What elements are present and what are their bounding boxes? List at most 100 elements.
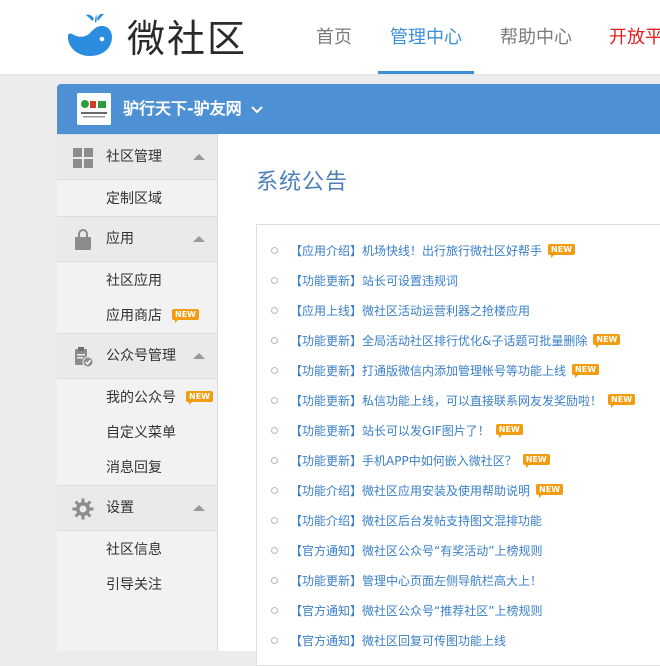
sidebar-section-official-account[interactable]: 公众号管理 (57, 333, 217, 379)
collapse-caret-icon (193, 505, 205, 511)
collapse-caret-icon (193, 236, 205, 242)
announcement-item[interactable]: 【功能介绍】微社区应用安装及使用帮助说明 NEW (271, 481, 564, 501)
nav-home-label: 首页 (316, 27, 352, 48)
bullet-icon (271, 517, 278, 524)
sidebar-section-settings[interactable]: 设置 (57, 485, 217, 531)
announcement-title: 全局活动社区排行优化&子话题可批量删除 (362, 334, 588, 348)
announcement-title: 微社区公众号“有奖活动”上榜规则 (362, 544, 543, 558)
bag-icon (75, 229, 91, 250)
announcement-tag: 【官方通知】 (290, 634, 363, 648)
announcement-item[interactable]: 【功能更新】管理中心页面左侧导航栏高大上！ (271, 571, 542, 591)
nav-open-platform-label: 开放平 (609, 27, 660, 48)
brand-logo[interactable]: 微社区 (65, 10, 248, 61)
collapse-caret-icon (193, 154, 205, 160)
nav-open-platform[interactable]: 开放平 (609, 0, 660, 74)
bullet-icon (271, 367, 278, 374)
announcement-tag: 【功能更新】 (290, 364, 363, 378)
sidebar-item-label: 引导关注 (106, 577, 162, 593)
sidebar-item-follow-guide[interactable]: 引导关注 (106, 575, 162, 595)
community-name: 驴行天下-驴友网 (123, 99, 242, 118)
bullet-icon (271, 487, 278, 494)
whale-logo-icon (67, 13, 112, 56)
community-logo (77, 93, 111, 125)
new-badge: NEW (495, 424, 523, 438)
bullet-icon (271, 427, 278, 434)
announcement-tag: 【应用介绍】 (290, 244, 363, 258)
new-badge: NEW (522, 454, 550, 468)
nav-admin-center-label: 管理中心 (390, 27, 462, 48)
announcement-item[interactable]: 【功能更新】站长可设置违规词 (271, 271, 458, 291)
announcement-list: 【应用介绍】机场快线！出行旅行微社区好帮手 NEW 【功能更新】站长可设置违规词 … (256, 224, 660, 666)
sidebar-section-title: 公众号管理 (106, 348, 176, 364)
sidebar-section-title: 应用 (106, 231, 134, 247)
announcement-item[interactable]: 【官方通知】微社区公众号“推荐社区”上榜规则 (271, 601, 542, 621)
announcement-title: 打通版微信内添加管理帐号等功能上线 (362, 364, 567, 378)
community-logo-image (77, 93, 111, 125)
clipboard-check-icon (75, 347, 94, 368)
sidebar-item-community-info[interactable]: 社区信息 (106, 540, 162, 560)
nav-admin-center[interactable]: 管理中心 (378, 0, 474, 74)
announcement-item[interactable]: 【官方通知】微社区公众号“有奖活动”上榜规则 (271, 541, 542, 561)
brand-name: 微社区 (127, 16, 248, 61)
announcement-title: 手机APP中如何嵌入微社区？ (362, 454, 517, 468)
active-tab-indicator (378, 71, 474, 74)
announcement-tag: 【功能更新】 (290, 394, 363, 408)
sidebar-item-custom-menu[interactable]: 自定义菜单 (106, 423, 176, 443)
announcement-tag: 【应用上线】 (290, 304, 363, 318)
announcement-tag: 【功能更新】 (290, 574, 363, 588)
announcement-item[interactable]: 【功能更新】全局活动社区排行优化&子话题可批量删除 NEW (271, 331, 621, 351)
page-title: 系统公告 (256, 170, 349, 195)
announcement-title: 站长可以发GIF图片了！ (362, 424, 490, 438)
sidebar-item-label: 我的公众号 (106, 390, 176, 406)
sidebar-section-title: 社区管理 (106, 149, 162, 165)
bullet-icon (271, 247, 278, 254)
sidebar-section-community-management[interactable]: 社区管理 (57, 134, 217, 180)
new-badge: NEW (186, 390, 213, 405)
announcement-item[interactable]: 【功能更新】站长可以发GIF图片了！ NEW (271, 421, 523, 441)
new-badge: NEW (608, 394, 636, 408)
main-content: 系统公告 【应用介绍】机场快线！出行旅行微社区好帮手 NEW 【功能更新】站长可设… (218, 134, 660, 666)
sidebar-item-custom-area[interactable]: 定制区域 (106, 189, 162, 209)
sidebar-item-my-accounts[interactable]: 我的公众号 NEW (106, 388, 213, 408)
grid-icon (73, 148, 93, 168)
chevron-down-icon (251, 105, 263, 113)
sidebar-item-message-reply[interactable]: 消息回复 (106, 458, 162, 478)
announcement-item[interactable]: 【官方通知】微社区回复可传图功能上线 (271, 631, 506, 651)
announcement-title: 微社区后台发帖支持图文混排功能 (362, 514, 543, 528)
sidebar: 社区管理 定制区域 应用 社区应用 应用商店 NEW 公众号管理 我的公众号 N… (57, 134, 218, 651)
announcement-tag: 【功能更新】 (290, 274, 363, 288)
sidebar-section-title: 设置 (106, 500, 134, 516)
bullet-icon (271, 637, 278, 644)
collapse-caret-icon (193, 353, 205, 359)
nav-home[interactable]: 首页 (316, 0, 352, 74)
new-badge: NEW (572, 364, 600, 378)
nav-help-center[interactable]: 帮助中心 (500, 0, 572, 74)
announcement-tag: 【官方通知】 (290, 604, 363, 618)
sidebar-item-label: 社区信息 (106, 542, 162, 558)
sidebar-item-community-apps[interactable]: 社区应用 (106, 271, 162, 291)
announcement-tag: 【功能更新】 (290, 424, 363, 438)
announcement-item[interactable]: 【功能介绍】微社区后台发帖支持图文混排功能 (271, 511, 542, 531)
sidebar-item-app-store[interactable]: 应用商店 NEW (106, 306, 199, 326)
announcement-title: 私信功能上线，可以直接联系网友发奖励啦！ (362, 394, 603, 408)
community-switcher[interactable]: 驴行天下-驴友网 (123, 84, 263, 134)
announcement-title: 管理中心页面左侧导航栏高大上！ (362, 574, 543, 588)
community-header: 驴行天下-驴友网 (57, 84, 660, 134)
announcement-item[interactable]: 【应用上线】微社区活动运营利器之抢楼应用 (271, 301, 530, 321)
bullet-icon (271, 547, 278, 554)
new-badge: NEW (172, 308, 199, 323)
bullet-icon (271, 457, 278, 464)
bullet-icon (271, 607, 278, 614)
sidebar-item-label: 社区应用 (106, 273, 162, 289)
bullet-icon (271, 307, 278, 314)
announcement-title: 微社区应用安装及使用帮助说明 (362, 484, 531, 498)
announcement-item[interactable]: 【应用介绍】机场快线！出行旅行微社区好帮手 NEW (271, 241, 576, 261)
bullet-icon (271, 577, 278, 584)
sidebar-section-apps[interactable]: 应用 (57, 216, 217, 262)
announcement-item[interactable]: 【功能更新】手机APP中如何嵌入微社区？ NEW (271, 451, 550, 471)
sidebar-item-label: 定制区域 (106, 191, 162, 207)
announcement-item[interactable]: 【功能更新】私信功能上线，可以直接联系网友发奖励啦！ NEW (271, 391, 636, 411)
announcement-title: 微社区回复可传图功能上线 (362, 634, 507, 648)
announcement-title: 机场快线！出行旅行微社区好帮手 (362, 244, 543, 258)
announcement-item[interactable]: 【功能更新】打通版微信内添加管理帐号等功能上线 NEW (271, 361, 600, 381)
